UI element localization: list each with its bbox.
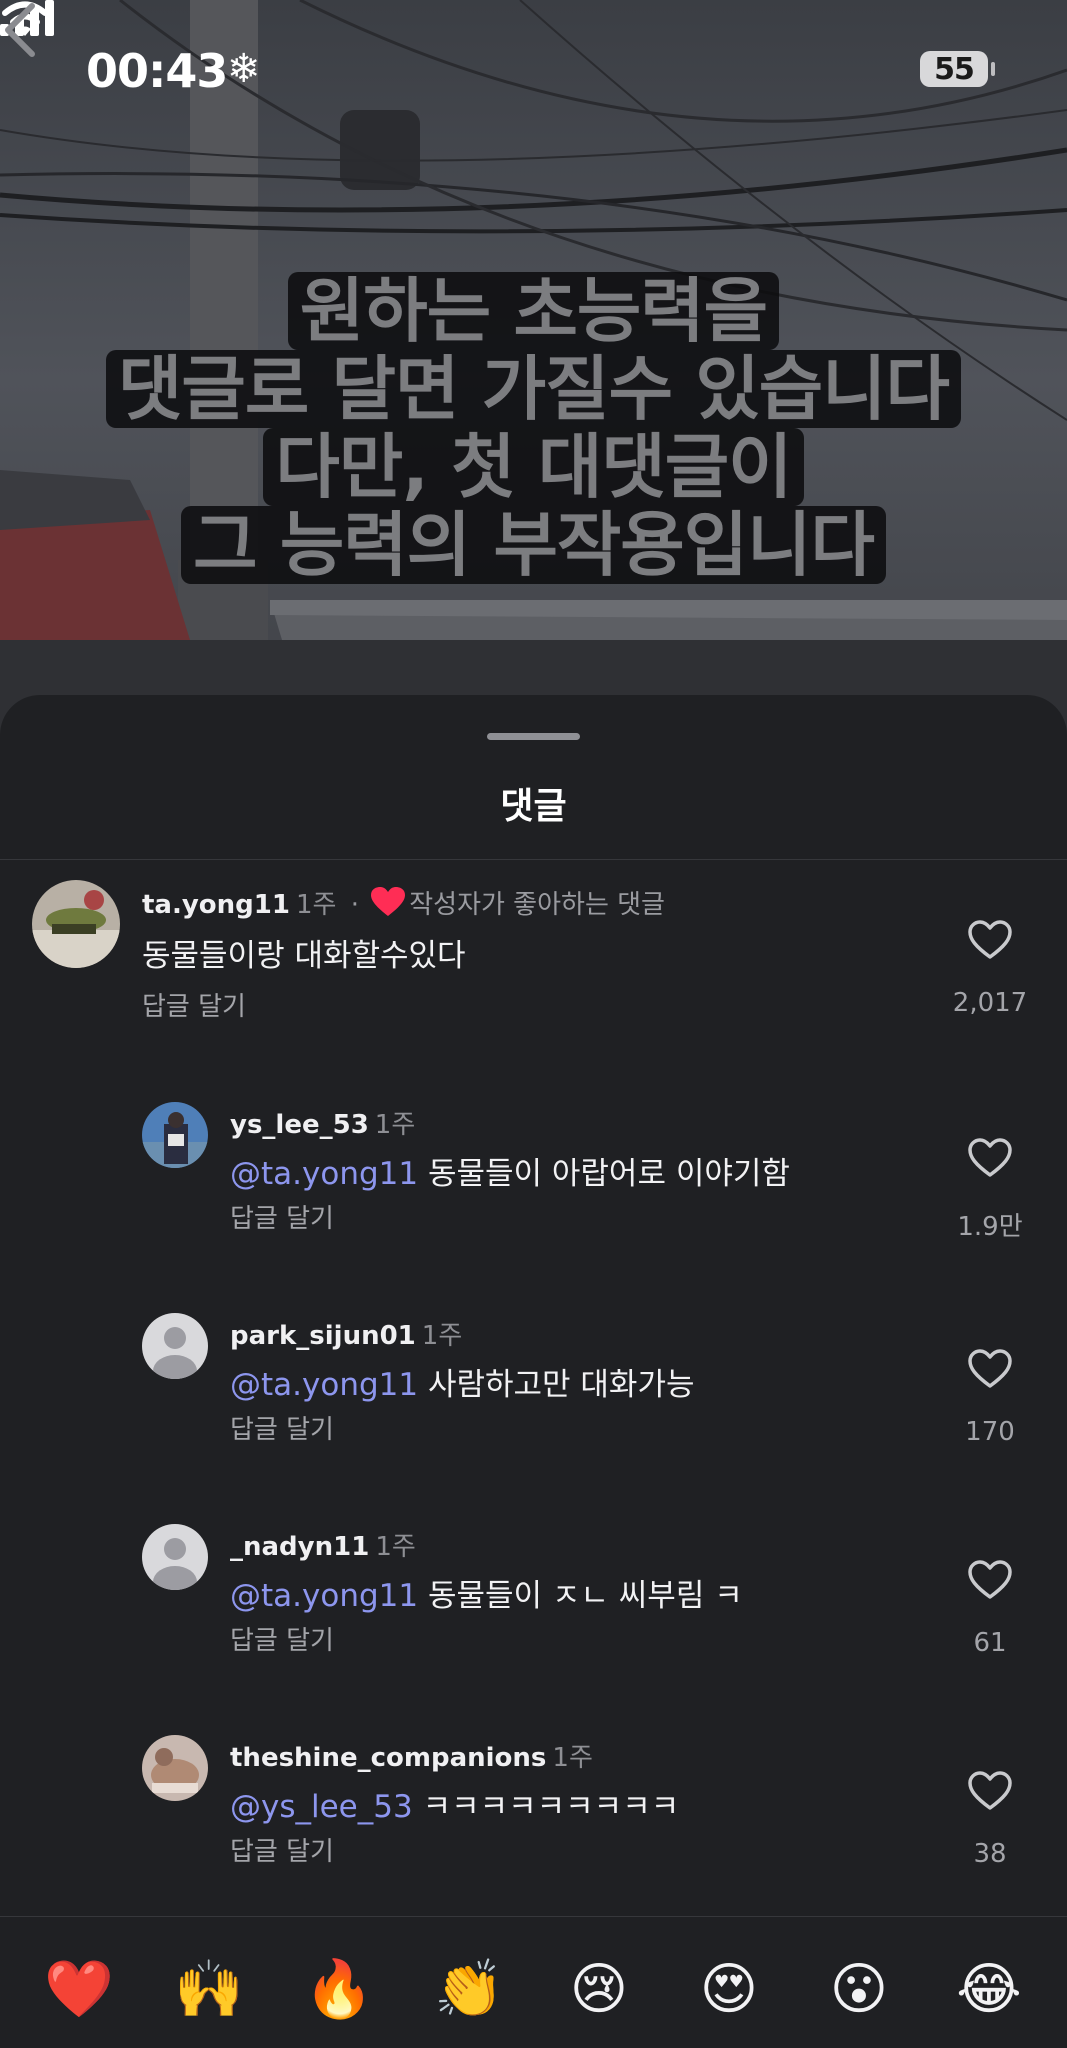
like-count: 2,017 bbox=[952, 988, 1028, 1018]
like-count: 1.9만 bbox=[957, 1212, 1023, 1242]
creator-liked-heart-icon bbox=[371, 887, 406, 916]
reply-button[interactable]: 답글 달기 bbox=[230, 1198, 334, 1235]
caption-line: 원하는 초능력을 bbox=[287, 272, 780, 350]
avatar[interactable] bbox=[142, 1102, 208, 1168]
caption-line: 다만, 첫 대댓글이 bbox=[263, 428, 804, 506]
default-avatar-icon bbox=[142, 1524, 208, 1590]
avatar-placeholder[interactable] bbox=[142, 1524, 208, 1590]
comment-time: 1주 bbox=[552, 1743, 593, 1773]
sheet-grabber[interactable] bbox=[487, 733, 580, 740]
comment-body: ㅋㅋㅋㅋㅋㅋㅋㅋㅋ bbox=[422, 1789, 680, 1825]
comment-header: theshine_companions 1주 bbox=[230, 1737, 593, 1774]
divider bbox=[0, 859, 1067, 860]
username[interactable]: ta.yong11 bbox=[142, 890, 290, 920]
comment-text: @ys_lee_53 ㅋㅋㅋㅋㅋㅋㅋㅋㅋ bbox=[230, 1781, 679, 1826]
creator-liked-label: 작성자가 좋아하는 댓글 bbox=[409, 890, 665, 920]
default-avatar-icon bbox=[142, 1313, 208, 1379]
sheet-title: 댓글 bbox=[500, 786, 567, 827]
comment-header: park_sijun01 1주 bbox=[230, 1315, 462, 1352]
comment-time: 1주 bbox=[421, 1321, 463, 1351]
comment-body: 동물들이 아랍어로 이야기함 bbox=[427, 1156, 790, 1192]
emoji-heart-eyes-button[interactable]: 😍 bbox=[694, 1955, 764, 2025]
heart-outline-icon[interactable] bbox=[968, 1560, 1012, 1600]
battery-cap bbox=[991, 62, 995, 76]
avatar-placeholder[interactable] bbox=[142, 1313, 208, 1379]
mention-link[interactable]: @ta.yong11 bbox=[230, 1578, 418, 1614]
mention-link[interactable]: @ys_lee_53 bbox=[230, 1789, 413, 1825]
reply-button[interactable]: 답글 달기 bbox=[230, 1620, 334, 1657]
comment-body: 사람하고만 대화가능 bbox=[427, 1367, 695, 1403]
divider bbox=[0, 1916, 1067, 1917]
snowflake-icon: ❄ bbox=[227, 46, 261, 92]
video-caption: 원하는 초능력을 댓글로 달면 가질수 있습니다 다만, 첫 대댓글이 그 능력… bbox=[0, 272, 1067, 584]
reply-button[interactable]: 답글 달기 bbox=[142, 986, 246, 1023]
like-count: 61 bbox=[973, 1628, 1007, 1658]
heart-outline-icon[interactable] bbox=[968, 1771, 1012, 1811]
caption-line: 그 능력의 부작용입니다 bbox=[181, 506, 886, 584]
back-chevron-icon[interactable] bbox=[0, 0, 40, 60]
comment-text: @ta.yong11 사람하고만 대화가능 bbox=[230, 1359, 695, 1404]
username[interactable]: park_sijun01 bbox=[230, 1321, 416, 1351]
video-background: 00:43 ❄ 55 원하는 초능력을 댓글로 달면 가질수 있습니다 다만, … bbox=[0, 0, 1067, 760]
emoji-crying-button[interactable]: 😢 bbox=[564, 1955, 634, 2025]
comments-sheet: 댓글 ta.yong11 1주 · 작성자가 좋아하는 댓글 동물들이랑 대화할수… bbox=[0, 695, 1067, 2048]
status-time: 00:43 bbox=[86, 44, 228, 98]
heart-outline-icon[interactable] bbox=[968, 920, 1012, 960]
reply-button[interactable]: 답글 달기 bbox=[230, 1831, 334, 1868]
heart-outline-icon[interactable] bbox=[968, 1349, 1012, 1389]
username[interactable]: theshine_companions bbox=[230, 1743, 546, 1773]
comment-text: 동물들이랑 대화할수있다 bbox=[142, 938, 466, 974]
username[interactable]: ys_lee_53 bbox=[230, 1110, 369, 1140]
comment-header: ys_lee_53 1주 bbox=[230, 1104, 415, 1141]
heart-outline-icon[interactable] bbox=[968, 1138, 1012, 1178]
emoji-clap-button[interactable]: 👏 bbox=[434, 1955, 504, 2025]
avatar[interactable] bbox=[142, 1735, 208, 1801]
comment-header: ta.yong11 1주 · 작성자가 좋아하는 댓글 bbox=[142, 884, 665, 921]
emoji-surprised-button[interactable]: 😮 bbox=[824, 1955, 894, 2025]
comment-body: 동물들이 ㅈㄴ 씨부림 ㅋ bbox=[427, 1578, 743, 1614]
reply-button[interactable]: 답글 달기 bbox=[230, 1409, 334, 1446]
emoji-fire-button[interactable]: 🔥 bbox=[304, 1955, 374, 2025]
emoji-raised-hands-button[interactable]: 🙌 bbox=[174, 1955, 244, 2025]
comment-time: 1주 bbox=[375, 1532, 416, 1562]
mention-link[interactable]: @ta.yong11 bbox=[230, 1156, 418, 1192]
caption-line: 댓글로 달면 가질수 있습니다 bbox=[106, 350, 961, 428]
comment-text: @ta.yong11 동물들이 ㅈㄴ 씨부림 ㅋ bbox=[230, 1570, 743, 1615]
comment-time: 1주 bbox=[374, 1110, 416, 1140]
comment-text: @ta.yong11 동물들이 아랍어로 이야기함 bbox=[230, 1148, 790, 1193]
like-count: 170 bbox=[965, 1417, 1015, 1447]
emoji-heart-button[interactable]: ❤️ bbox=[44, 1955, 114, 2025]
mention-link[interactable]: @ta.yong11 bbox=[230, 1367, 418, 1403]
battery-indicator: 55 bbox=[920, 51, 988, 87]
comment-time: 1주 bbox=[295, 890, 337, 920]
emoji-reaction-bar: ❤️ 🙌 🔥 👏 😢 😍 😮 😂 bbox=[0, 1955, 1067, 2035]
username[interactable]: _nadyn11 bbox=[230, 1532, 369, 1562]
emoji-laughing-button[interactable]: 😂 bbox=[954, 1955, 1024, 2025]
comment-header: _nadyn11 1주 bbox=[230, 1526, 416, 1563]
avatar[interactable] bbox=[32, 880, 120, 968]
like-count: 38 bbox=[973, 1839, 1007, 1869]
